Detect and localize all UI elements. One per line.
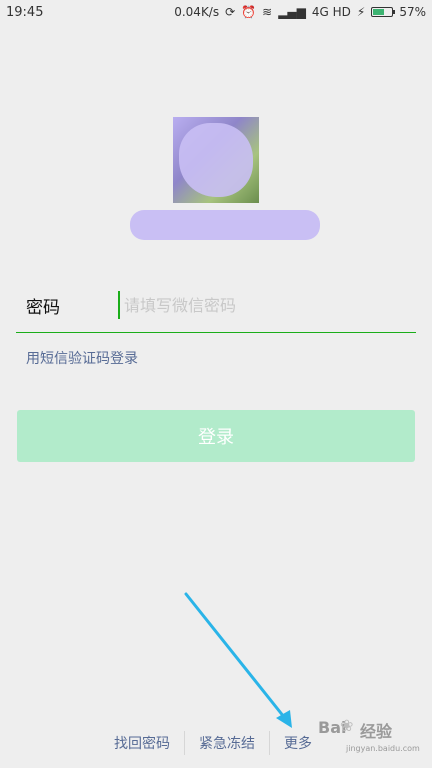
net-speed: 0.04K/s <box>174 5 220 19</box>
status-bar: 19:45 0.04K/s ⟳ ⏰ ≋ ▂▄▆ 4G HD ⚡ 57% <box>0 0 432 24</box>
login-button[interactable]: 登录 <box>17 410 415 462</box>
charging-icon: ⚡ <box>356 5 366 19</box>
watermark-title2: 经验 <box>360 722 393 741</box>
sms-login-link[interactable]: 用短信验证码登录 <box>26 348 138 368</box>
arrow-head <box>276 710 292 728</box>
paw-icon: ❀ <box>340 716 354 735</box>
battery-percent: 57% <box>399 5 426 19</box>
password-row: 密码 <box>16 285 418 333</box>
find-password-link[interactable]: 找回密码 <box>100 733 184 753</box>
sync-icon: ⟳ <box>225 5 236 19</box>
password-input[interactable] <box>118 291 418 319</box>
avatar-blur <box>179 123 253 197</box>
bottom-links: 找回密码 紧急冻结 更多 <box>100 730 326 756</box>
arrow-line <box>184 592 290 724</box>
baidu-watermark: Bai ❀ 经验 jingyan.baidu.com <box>318 716 428 756</box>
status-time: 19:45 <box>6 4 44 20</box>
battery-icon <box>371 7 396 17</box>
wifi-icon: ≋ <box>262 5 273 19</box>
alarm-icon: ⏰ <box>241 5 257 19</box>
signal-icon: ▂▄▆ <box>278 5 306 19</box>
avatar <box>173 117 259 203</box>
username-blurred <box>130 210 320 240</box>
watermark-subtitle: jingyan.baidu.com <box>346 744 420 753</box>
battery-fill <box>373 9 384 15</box>
emergency-freeze-link[interactable]: 紧急冻结 <box>185 733 269 753</box>
annotation-arrow <box>184 592 292 728</box>
password-label: 密码 <box>26 298 60 318</box>
network-type: 4G HD <box>311 5 351 19</box>
password-underline <box>16 332 416 333</box>
